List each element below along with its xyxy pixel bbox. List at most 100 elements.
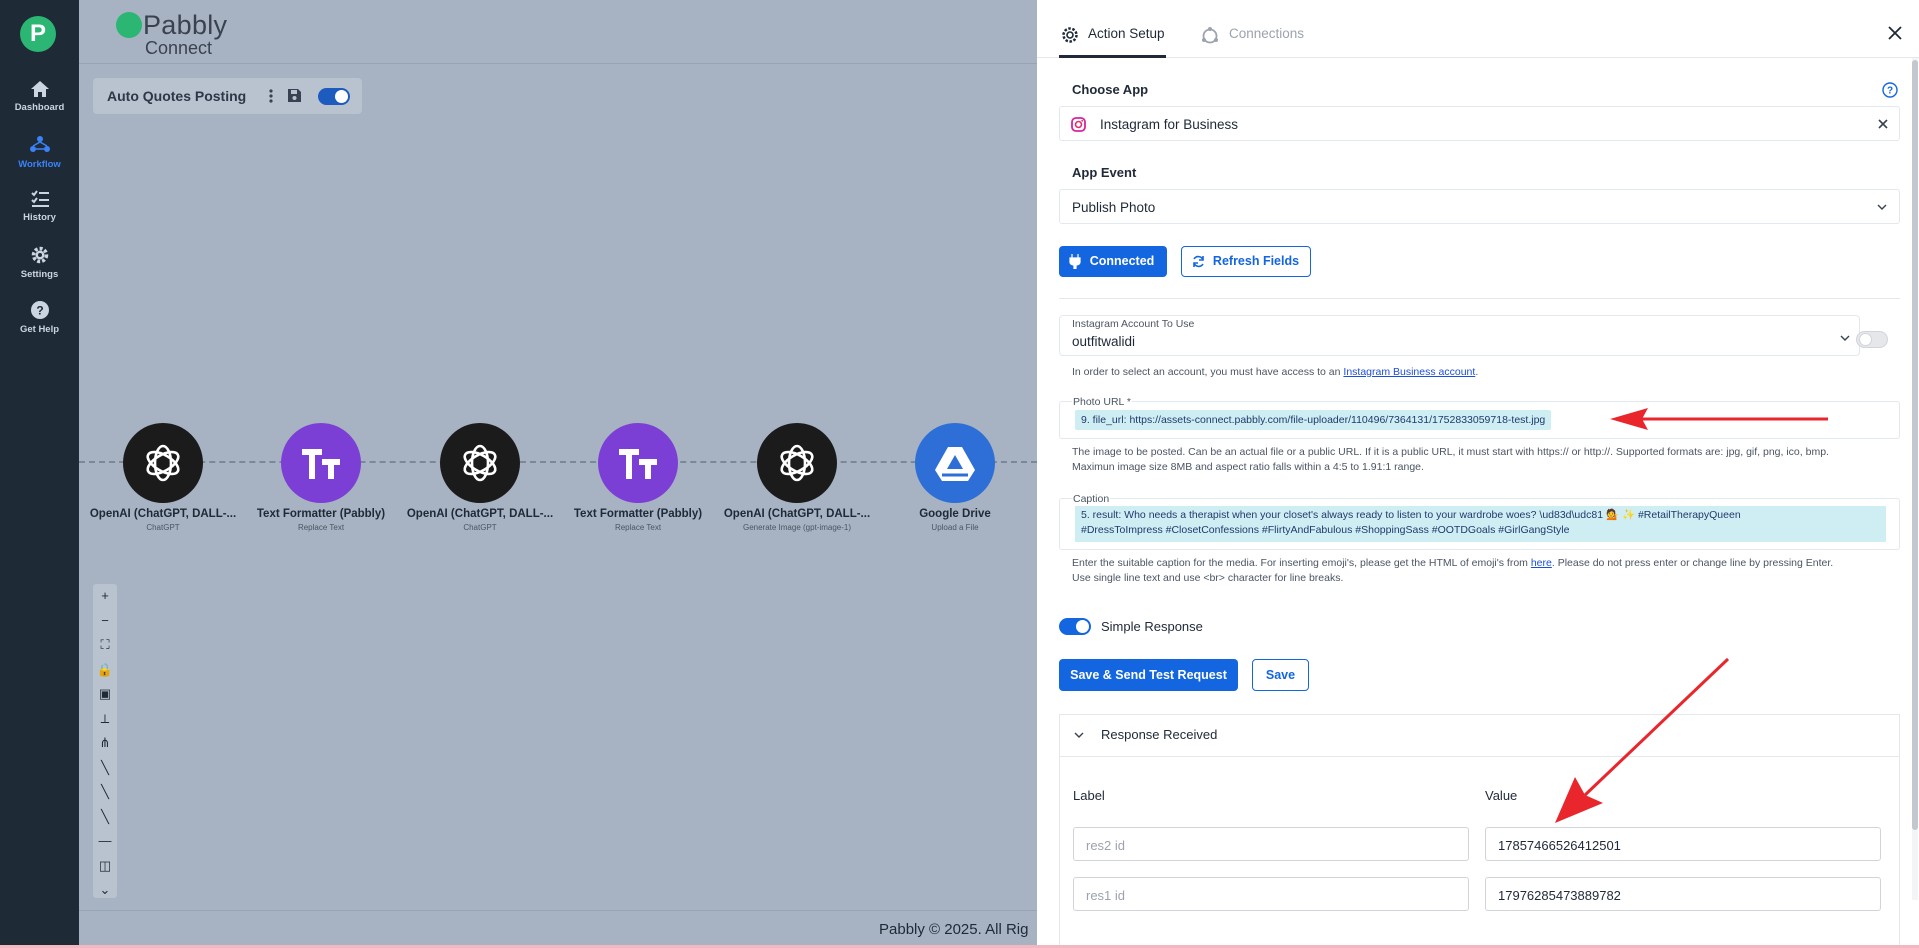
panel-tabs: Action Setup Connections bbox=[1037, 0, 1919, 58]
instagram-account-select[interactable]: Instagram Account To Use outfitwalidi bbox=[1059, 315, 1860, 356]
node-title: Google Drive bbox=[919, 508, 991, 520]
flow-node-text-formatter-1[interactable]: Text Formatter (Pabbly) Replace Text bbox=[241, 423, 401, 532]
sidebar-item-workflow[interactable]: Workflow bbox=[0, 135, 79, 189]
zoom-out-button[interactable]: − bbox=[93, 609, 117, 634]
workflow-toolbar: Auto Quotes Posting bbox=[93, 78, 362, 114]
copyright-text: Pabbly © 2025. All Rig bbox=[879, 921, 1029, 938]
brand-name: Pabbly bbox=[143, 10, 228, 40]
save-button[interactable]: Save bbox=[1252, 659, 1309, 691]
sidebar-item-label: Dashboard bbox=[14, 102, 65, 113]
sidebar-item-settings[interactable]: Settings bbox=[0, 245, 79, 299]
flow-node-openai-1[interactable]: OpenAI (ChatGPT, DALL-... ChatGPT bbox=[83, 423, 243, 532]
workflow-canvas[interactable]: Pabbly Connect Auto Quotes Posting OpenA… bbox=[79, 0, 1037, 948]
chevron-down-icon bbox=[1074, 732, 1084, 738]
flow-node-google-drive[interactable]: Google Drive Upload a File bbox=[875, 423, 1035, 532]
chevron-down-icon bbox=[1840, 335, 1850, 341]
node-subtitle: Replace Text bbox=[614, 523, 662, 532]
clear-icon[interactable] bbox=[1878, 119, 1888, 129]
tab-connections[interactable]: Connections bbox=[1229, 26, 1304, 41]
lock-button[interactable]: 🔒 bbox=[93, 658, 117, 683]
minimap-button[interactable]: ◫ bbox=[93, 854, 117, 879]
edge-line-button[interactable]: — bbox=[93, 829, 117, 854]
gear-icon bbox=[1062, 27, 1078, 43]
choose-app-label: Choose App bbox=[1072, 82, 1149, 97]
choose-app-value: Instagram for Business bbox=[1100, 117, 1239, 132]
emoji-html-link[interactable]: here bbox=[1531, 557, 1552, 569]
response-received-title: Response Received bbox=[1101, 727, 1218, 742]
plug-icon bbox=[1069, 254, 1081, 269]
collapse-controls-button[interactable]: ⌄ bbox=[93, 878, 117, 903]
account-toggle[interactable] bbox=[1856, 331, 1888, 348]
sidebar-item-label: History bbox=[23, 212, 56, 223]
caption-token[interactable]: 5. result: Who needs a therapist when yo… bbox=[1075, 506, 1886, 542]
node-subtitle: ChatGPT bbox=[146, 523, 180, 532]
app-event-select[interactable]: Publish Photo bbox=[1059, 189, 1900, 224]
tab-action-setup[interactable]: Action Setup bbox=[1088, 26, 1165, 41]
flow-node-openai-3[interactable]: OpenAI (ChatGPT, DALL-... Generate Image… bbox=[717, 423, 877, 532]
layout-horizontal-button[interactable]: ⋔ bbox=[93, 731, 117, 756]
section-divider bbox=[1059, 298, 1900, 299]
label-column-header: Label bbox=[1073, 788, 1105, 803]
simple-response-label: Simple Response bbox=[1101, 619, 1203, 634]
photo-url-field[interactable]: Photo URL * 9. file_url: https://assets-… bbox=[1059, 396, 1900, 439]
instagram-account-help: In order to select an account, you must … bbox=[1072, 366, 1479, 378]
response-received-section: Response Received Label Value res2 id 17… bbox=[1059, 714, 1900, 948]
app-event-value: Publish Photo bbox=[1072, 200, 1156, 215]
more-vertical-icon[interactable] bbox=[268, 88, 274, 104]
node-title: OpenAI (ChatGPT, DALL-... bbox=[723, 508, 871, 520]
screenshot-button[interactable]: ▣ bbox=[93, 682, 117, 707]
instagram-business-link[interactable]: Instagram Business account bbox=[1343, 366, 1475, 378]
edge-step-button[interactable]: ╲ bbox=[93, 780, 117, 805]
photo-url-help: The image to be posted. Can be an actual… bbox=[1072, 446, 1829, 473]
flow-node-text-formatter-2[interactable]: Text Formatter (Pabbly) Replace Text bbox=[558, 423, 718, 532]
svg-text:?: ? bbox=[36, 304, 43, 318]
instagram-icon bbox=[1071, 117, 1086, 132]
response-label-field[interactable]: res2 id bbox=[1073, 827, 1469, 861]
response-value-field[interactable]: 17857466526412501 bbox=[1485, 827, 1881, 861]
chevron-down-icon bbox=[1877, 204, 1887, 210]
simple-response-toggle[interactable] bbox=[1059, 618, 1091, 635]
response-label-field[interactable]: res1 id bbox=[1073, 877, 1469, 911]
refresh-fields-button[interactable]: Refresh Fields bbox=[1181, 246, 1311, 277]
sidebar-item-history[interactable]: History bbox=[0, 190, 79, 244]
node-subtitle: Replace Text bbox=[297, 523, 345, 532]
sidebar-item-dashboard[interactable]: Dashboard bbox=[0, 80, 79, 134]
panel-scrollbar-thumb[interactable] bbox=[1912, 60, 1918, 830]
caption-help: Enter the suitable caption for the media… bbox=[1072, 557, 1834, 584]
node-title: OpenAI (ChatGPT, DALL-... bbox=[406, 508, 554, 520]
openai-icon bbox=[440, 423, 520, 503]
save-send-test-button[interactable]: Save & Send Test Request bbox=[1059, 659, 1238, 691]
photo-url-token[interactable]: 9. file_url: https://assets-connect.pabb… bbox=[1075, 410, 1552, 430]
layout-vertical-button[interactable]: ⟂ bbox=[93, 707, 117, 732]
connected-button[interactable]: Connected bbox=[1059, 246, 1167, 277]
text-formatter-icon bbox=[281, 423, 361, 503]
fit-view-button[interactable]: ⛶ bbox=[93, 633, 117, 658]
response-value-field[interactable]: 17976285473889782 bbox=[1485, 877, 1881, 911]
choose-app-select[interactable]: Instagram for Business bbox=[1059, 106, 1900, 141]
save-icon[interactable] bbox=[287, 88, 302, 103]
edge-straight-button[interactable]: ╲ bbox=[93, 756, 117, 781]
sidebar-item-get-help[interactable]: ? Get Help bbox=[0, 300, 79, 354]
edge-smooth-button[interactable]: ╲ bbox=[93, 805, 117, 830]
help-circle-icon[interactable]: ? bbox=[1882, 82, 1898, 98]
pabbly-logo[interactable]: P bbox=[20, 16, 56, 52]
node-subtitle: Upload a File bbox=[931, 523, 979, 532]
canvas-controls: + − ⛶ 🔒 ▣ ⟂ ⋔ ╲ ╲ ╲ — ◫ ⌄ bbox=[93, 584, 117, 898]
gear-icon bbox=[31, 246, 48, 264]
instagram-account-label: Instagram Account To Use bbox=[1072, 318, 1195, 330]
workflow-enable-toggle[interactable] bbox=[318, 88, 350, 105]
google-drive-icon bbox=[915, 423, 995, 503]
node-title: Text Formatter (Pabbly) bbox=[573, 508, 703, 520]
workflow-name[interactable]: Auto Quotes Posting bbox=[107, 88, 246, 104]
refresh-icon bbox=[1193, 255, 1204, 268]
openai-icon bbox=[123, 423, 203, 503]
node-subtitle: Generate Image (gpt-image-1) bbox=[742, 523, 852, 532]
app-event-label: App Event bbox=[1072, 165, 1137, 180]
flow-node-openai-2[interactable]: OpenAI (ChatGPT, DALL-... ChatGPT bbox=[400, 423, 560, 532]
caption-field[interactable]: Caption 5. result: Who needs a therapist… bbox=[1059, 493, 1900, 550]
response-received-header[interactable]: Response Received bbox=[1060, 715, 1899, 757]
close-icon[interactable] bbox=[1888, 26, 1902, 40]
refresh-fields-label: Refresh Fields bbox=[1212, 254, 1300, 268]
zoom-in-button[interactable]: + bbox=[93, 584, 117, 609]
sidebar-item-label: Settings bbox=[20, 269, 59, 280]
